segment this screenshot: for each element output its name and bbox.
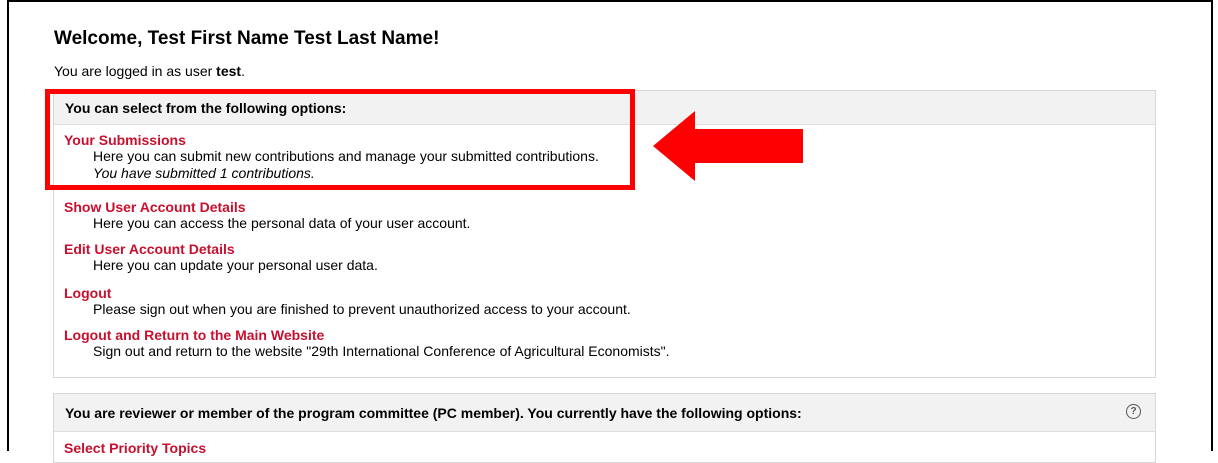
question-circle-icon[interactable]: ? [1126,404,1141,419]
left-arrow-icon [653,111,803,181]
logout-return-desc: Sign out and return to the website "29th… [93,343,670,359]
option-edit-account: Edit User Account Details Here you can u… [64,241,378,274]
option-your-submissions: Your Submissions Here you can submit new… [64,132,599,182]
option-select-priority-topics: Select Priority Topics [64,440,206,456]
edit-user-account-details-desc: Here you can update your personal user d… [93,257,378,273]
submission-count-note: You have submitted 1 contributions. [93,165,315,181]
logout-desc: Please sign out when you are finished to… [93,301,631,317]
pc-panel-heading: You are reviewer or member of the progra… [54,394,1155,432]
pc-member-panel: You are reviewer or member of the progra… [53,393,1156,463]
your-submissions-desc: Here you can submit new contributions an… [93,148,599,164]
logout-link[interactable]: Logout [64,285,631,301]
option-logout: Logout Please sign out when you are fini… [64,285,631,318]
options-panel: You can select from the following option… [53,90,1156,378]
login-status-prefix: You are logged in as user [54,63,217,79]
options-panel-heading: You can select from the following option… [54,91,1155,125]
select-priority-topics-link[interactable]: Select Priority Topics [64,440,206,456]
option-logout-return: Logout and Return to the Main Website Si… [64,327,670,360]
edit-user-account-details-link[interactable]: Edit User Account Details [64,241,378,257]
show-user-account-details-link[interactable]: Show User Account Details [64,199,470,215]
show-user-account-details-desc: Here you can access the personal data of… [93,215,471,231]
logout-return-link[interactable]: Logout and Return to the Main Website [64,327,670,343]
login-status-suffix: . [241,63,245,79]
page-title: Welcome, Test First Name Test Last Name! [54,28,440,49]
username: test [216,63,242,79]
option-show-account: Show User Account Details Here you can a… [64,199,470,232]
login-status: You are logged in as user test. [54,63,245,79]
your-submissions-link[interactable]: Your Submissions [64,132,599,148]
